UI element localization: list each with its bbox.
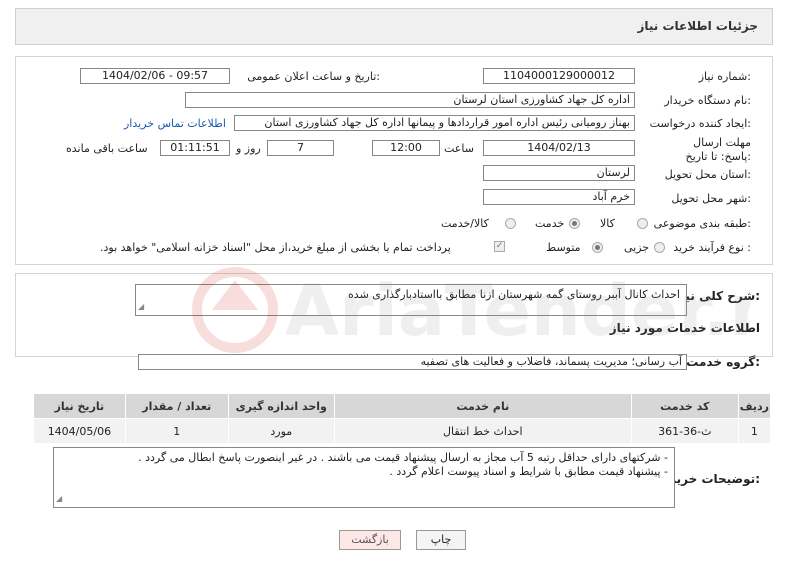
col-qty: تعداد / مقدار [124, 393, 229, 419]
table-header-row: ردیف کد خدمت نام خدمت واحد اندازه گیری ت… [33, 393, 772, 419]
cell-name: احداث خط انتقال [333, 418, 632, 444]
payment-note: پرداخت تمام یا بخشی از مبلغ خرید،از محل … [100, 241, 451, 254]
need-number-label: شماره نیاز: [698, 70, 751, 83]
col-unit: واحد اندازه گیری [227, 393, 335, 419]
city-label: شهر محل تحویل: [671, 192, 751, 205]
resize-handle-icon: ◢ [138, 302, 145, 311]
buyer-org-field: اداره کل جهاد کشاورزی استان لرستان [185, 92, 635, 108]
province-field: لرستان [483, 165, 635, 181]
days-field: 7 [267, 140, 334, 156]
notes-line-2: - پیشنهاد قیمت مطابق با شرایط و اسناد پی… [389, 465, 668, 478]
category-radio-goods-service[interactable] [505, 218, 516, 229]
creator-label: ایجاد کننده درخواست: [649, 117, 751, 130]
process-label: نوع فرآیند خرید : [673, 241, 751, 254]
page-title: جزئیات اطلاعات نیاز [637, 19, 758, 33]
cell-unit: مورد [227, 418, 335, 444]
remaining-time-field: 01:11:51 [160, 140, 230, 156]
process-radio-minor[interactable] [654, 242, 665, 253]
back-button[interactable]: بازگشت [339, 530, 401, 550]
cell-code: ث-36-361 [630, 418, 739, 444]
province-label: استان محل تحویل: [664, 168, 751, 181]
category-label: طبقه بندی موضوعی: [653, 217, 751, 230]
buyer-contact-link[interactable]: اطلاعات تماس خریدار [124, 117, 226, 130]
time-label: ساعت [444, 142, 474, 155]
col-row: ردیف [737, 393, 772, 419]
cell-row: 1 [737, 418, 772, 444]
deadline-time-field: 12:00 [372, 140, 440, 156]
cell-date: 1404/05/06 [33, 418, 126, 444]
col-code: کد خدمت [630, 393, 739, 419]
category-radio-service[interactable] [569, 218, 580, 229]
deadline-label: مهلت ارسال پاسخ: تا تاریخ: [685, 136, 751, 163]
buyer-org-label: نام دستگاه خریدار: [664, 94, 751, 107]
process-option-medium: متوسط [546, 241, 581, 254]
remaining-label: ساعت باقی مانده [66, 142, 148, 155]
deadline-date-field: 1404/02/13 [483, 140, 635, 156]
announce-datetime-field: 1404/02/06 - 09:57 [80, 68, 230, 84]
cell-qty: 1 [124, 418, 229, 444]
process-option-minor: جزیی [624, 241, 650, 254]
resize-handle-icon: ◢ [56, 494, 63, 503]
watermark-logo: AriaTender.net [192, 267, 750, 353]
days-label: روز و [236, 142, 261, 155]
notes-textarea[interactable]: - شرکتهای دارای حداقل رتبه 5 آب مجاز به … [53, 447, 675, 508]
city-field: خرم آباد [483, 189, 635, 205]
category-option-goods-service: کالا/خدمت [441, 217, 489, 230]
table-row: 1 ث-36-361 احداث خط انتقال مورد 1 1404/0… [33, 418, 772, 444]
category-radio-goods[interactable] [637, 218, 648, 229]
need-number-field: 1104000129000012 [483, 68, 635, 84]
creator-field: بهناز رومیانی رئیس اداره امور قراردادها … [234, 115, 635, 131]
announce-label: تاریخ و ساعت اعلان عمومی: [247, 70, 380, 83]
services-table: ردیف کد خدمت نام خدمت واحد اندازه گیری ت… [33, 393, 772, 444]
watermark-text: AriaTender.net [285, 270, 750, 352]
col-name: نام خدمت [333, 393, 632, 419]
payment-checkbox-icon[interactable]: ✓ [494, 241, 505, 252]
page-header: جزئیات اطلاعات نیاز [15, 8, 773, 45]
print-button[interactable]: چاپ [416, 530, 466, 550]
notes-line-1: - شرکتهای دارای حداقل رتبه 5 آب مجاز به … [138, 451, 668, 464]
process-radio-medium[interactable] [592, 242, 603, 253]
col-date: تاریخ نیاز [33, 393, 126, 419]
need-info-panel [15, 56, 773, 265]
category-option-goods: کالا [600, 217, 615, 230]
category-option-service: خدمت [535, 217, 565, 230]
